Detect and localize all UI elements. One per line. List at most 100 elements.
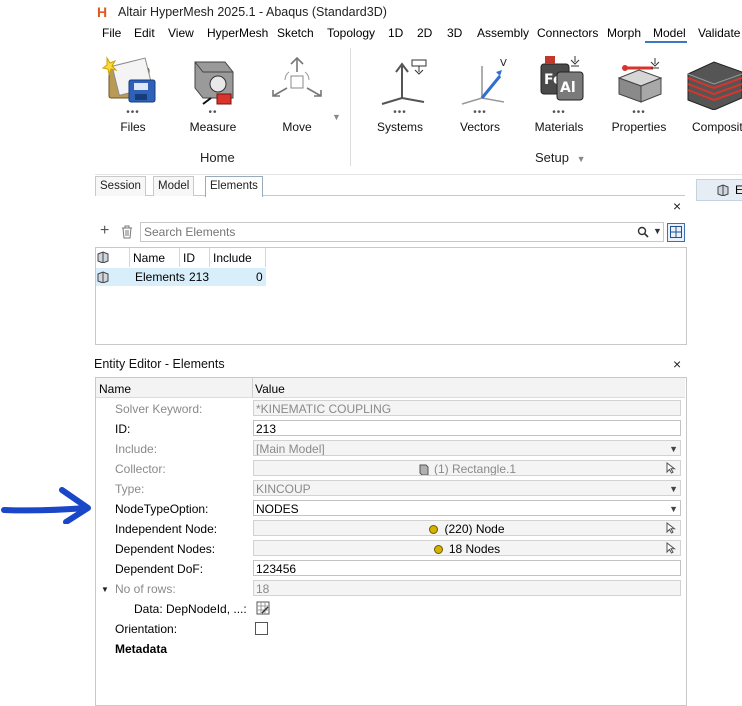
move-tool[interactable]: Move — [260, 54, 334, 134]
menu-connectors[interactable]: Connectors — [537, 26, 598, 40]
solver-keyword-label: Solver Keyword: — [115, 402, 203, 416]
home-group-label: Home — [200, 150, 235, 165]
tab-elements[interactable]: Elements — [205, 176, 263, 197]
node-type-option-select[interactable]: NODES ▼ — [253, 500, 681, 516]
metadata-label: Metadata — [115, 642, 168, 656]
menu-view[interactable]: View — [168, 26, 194, 40]
node-icon — [429, 525, 439, 535]
id-field[interactable]: 213 — [253, 420, 681, 436]
elements-side-button[interactable]: E — [696, 179, 742, 201]
menu-file[interactable]: File — [102, 26, 121, 40]
ee-col-value: Value — [255, 382, 285, 396]
col-header-include[interactable]: Include — [213, 251, 252, 265]
dependent-nodes-selector[interactable]: 18 Nodes — [253, 540, 681, 556]
vectors-more-dots: ••• — [473, 107, 487, 118]
composites-icon — [687, 61, 742, 110]
menu-sketch[interactable]: Sketch — [277, 26, 314, 40]
include-select[interactable]: [Main Model] ▼ — [253, 440, 681, 456]
tab-model[interactable]: Model — [153, 176, 195, 196]
menu-hypermesh[interactable]: HyperMesh — [207, 26, 268, 40]
systems-tool[interactable]: ••• Systems — [363, 54, 437, 134]
solver-keyword-value: *KINEMATIC COUPLING — [253, 400, 681, 416]
tab-session[interactable]: Session — [95, 176, 146, 196]
window-title: Altair HyperMesh 2025.1 - Abaqus (Standa… — [118, 5, 387, 19]
collector-selector[interactable]: (1) Rectangle.1 — [253, 460, 681, 476]
systems-more-dots: ••• — [393, 107, 407, 118]
col-divider — [209, 248, 210, 267]
svg-text:Al: Al — [560, 80, 576, 96]
table-edit-icon[interactable] — [256, 601, 270, 615]
measure-tool[interactable]: •• Measure — [176, 54, 250, 134]
setup-expand-icon: ▼ — [576, 154, 586, 164]
entity-editor-title: Entity Editor - Elements — [94, 357, 225, 371]
composites-tool[interactable]: Composite — [682, 54, 742, 134]
composites-label: Composite — [692, 120, 742, 134]
col-divider — [265, 248, 266, 267]
measure-more-dots: •• — [208, 107, 218, 118]
files-icon — [101, 56, 156, 103]
setup-group-label[interactable]: Setup ▼ — [535, 150, 586, 165]
independent-node-content: (220) Node — [254, 521, 680, 535]
dependent-dof-field[interactable]: 123456 — [253, 560, 681, 576]
vectors-tool[interactable]: V ••• Vectors — [443, 54, 517, 134]
node-icon — [433, 545, 443, 555]
entity-editor-header — [96, 378, 685, 398]
menu-validate[interactable]: Validate — [698, 26, 740, 40]
independent-node-label: Independent Node: — [115, 522, 218, 536]
trash-icon[interactable] — [121, 225, 133, 239]
measure-label: Measure — [189, 120, 237, 134]
search-elements-input[interactable] — [140, 222, 664, 242]
filter-view-icon — [670, 226, 682, 238]
col-header-name[interactable]: Name — [133, 251, 165, 265]
files-tool[interactable]: ••• Files — [96, 54, 170, 134]
collector-content: (1) Rectangle.1 — [254, 461, 680, 475]
vectors-label: Vectors — [459, 120, 501, 134]
ee-col-divider — [252, 378, 253, 397]
row-name-cell[interactable]: Elements — [135, 270, 185, 284]
app-logo: H — [97, 4, 108, 20]
collapse-triangle-icon[interactable]: ▼ — [101, 585, 109, 594]
orientation-checkbox[interactable] — [255, 622, 268, 635]
type-select[interactable]: KINCOUP ▼ — [253, 480, 681, 496]
id-label: ID: — [115, 422, 131, 436]
menu-edit[interactable]: Edit — [134, 26, 155, 40]
pick-cursor-icon — [666, 522, 676, 534]
menu-2d[interactable]: 2D — [417, 26, 432, 40]
properties-icon — [617, 58, 663, 103]
dependent-nodes-label: Dependent Nodes: — [115, 542, 216, 556]
setup-group-text: Setup — [535, 150, 569, 165]
filter-toggle-button[interactable] — [667, 223, 685, 242]
component-icon — [419, 464, 429, 475]
menu-morph[interactable]: Morph — [607, 26, 641, 40]
menu-topology[interactable]: Topology — [327, 26, 375, 40]
pick-cursor-icon — [666, 462, 676, 474]
menu-3d[interactable]: 3D — [447, 26, 462, 40]
measure-icon — [194, 61, 234, 105]
data-table-label: Data: DepNodeId, ...: — [134, 602, 247, 616]
menu-model[interactable]: Model — [653, 26, 686, 40]
svg-text:V: V — [500, 58, 507, 69]
add-icon[interactable]: + — [100, 223, 109, 239]
properties-label: Properties — [611, 120, 667, 134]
element-type-header-icon — [97, 251, 109, 263]
properties-tool[interactable]: ••• Properties — [602, 54, 676, 134]
home-expand-icon[interactable]: ▼ — [332, 112, 341, 122]
move-label: Move — [282, 120, 312, 134]
search-options-chevron-icon[interactable]: ▼ — [653, 226, 662, 236]
menu-1d[interactable]: 1D — [388, 26, 403, 40]
orientation-label: Orientation: — [115, 622, 178, 636]
dependent-nodes-content: 18 Nodes — [254, 541, 680, 555]
include-value: [Main Model] — [256, 442, 325, 456]
col-header-id[interactable]: ID — [183, 251, 195, 265]
menu-assembly[interactable]: Assembly — [477, 26, 529, 40]
search-icon[interactable] — [637, 226, 649, 238]
properties-more-dots: ••• — [632, 107, 646, 118]
entity-editor-close-icon[interactable]: × — [673, 356, 681, 372]
browser-close-icon[interactable]: × — [673, 198, 681, 214]
row-include-cell: 0 — [256, 270, 263, 284]
no-of-rows-label: No of rows: — [115, 582, 176, 596]
materials-tool[interactable]: Fe Al ••• Materials — [522, 54, 596, 134]
independent-node-selector[interactable]: (220) Node — [253, 520, 681, 536]
type-label: Type: — [115, 482, 145, 496]
annotation-arrow-icon — [1, 487, 91, 524]
